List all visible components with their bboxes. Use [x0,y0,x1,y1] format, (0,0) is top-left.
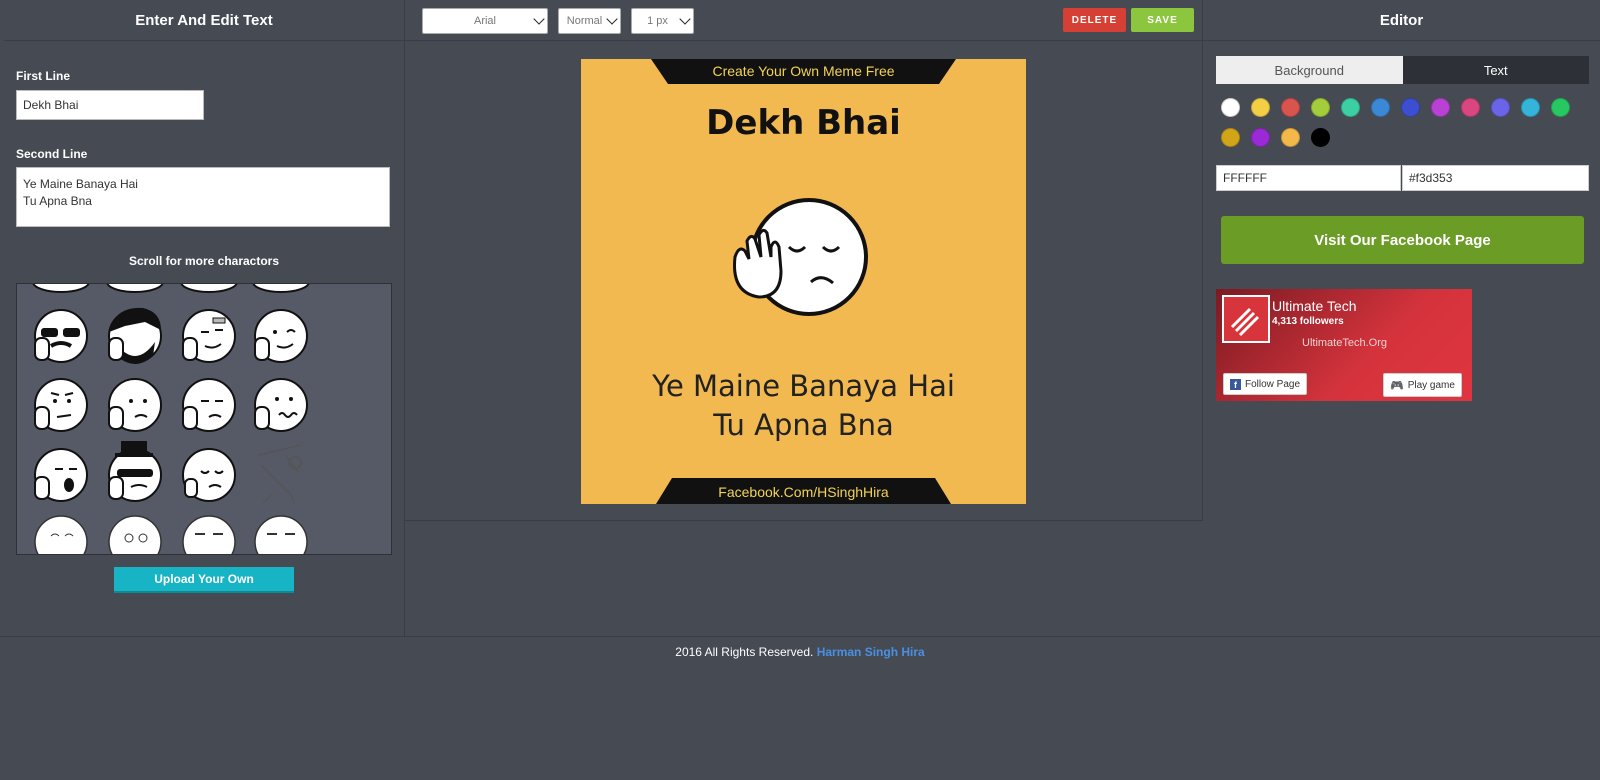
color-swatch[interactable] [1461,98,1480,117]
character-picker[interactable] [16,283,392,555]
facebook-icon: f [1230,378,1241,390]
footer: 2016 All Rights Reserved. Harman Singh H… [0,636,1600,780]
face-bandage [182,309,236,363]
face-rage-2 [108,515,162,554]
fb-follow-button[interactable]: f Follow Page [1223,373,1308,395]
second-line-textarea[interactable]: Ye Maine Banaya Hai Tu Apna Bna [16,167,390,227]
face-partial-2 [106,284,164,293]
fb-followers: 4,313 followers [1272,316,1344,327]
face-wink [254,309,308,363]
face-rage-4 [254,515,308,554]
tab-text[interactable]: Text [1402,56,1589,84]
fb-page-logo [1222,295,1270,343]
editor-tabs: Background Text [1216,56,1589,84]
face-annoyed [182,378,236,432]
stroke-size-value: 1 px [647,15,668,27]
upload-your-own-button[interactable]: Upload Your Own [114,567,294,593]
color-swatch[interactable] [1521,98,1540,117]
color-swatch[interactable] [1221,128,1240,147]
color-swatch[interactable] [1311,98,1330,117]
chevron-down-icon [533,13,545,25]
second-line-label: Second Line [16,147,88,161]
text-panel-title: Enter And Edit Text [4,0,404,41]
face-partial-1 [32,284,90,293]
face-confused [108,378,162,432]
face-hat-glasses [108,441,162,502]
first-line-label: First Line [16,69,71,83]
fb-play-game-button[interactable]: 🎮 Play game [1383,373,1462,397]
face-partial-3 [180,284,238,293]
face-squiggle [254,378,308,432]
meme-second-line: Ye Maine Banaya Hai Tu Apna Bna [652,369,955,442]
gamepad-icon: 🎮 [1390,379,1404,392]
text-panel: Enter And Edit Text First Line Dekh Bhai… [4,0,405,636]
face-sketch-chair [258,444,302,506]
font-family-value: Arial [473,15,496,27]
color-swatch[interactable] [1491,98,1510,117]
tab-background[interactable]: Background [1216,56,1403,84]
delete-button[interactable]: DELETE [1063,8,1126,32]
bottom-banner-text: Facebook.Com/HSinghHira [718,484,889,500]
scroll-characters-label: Scroll for more charactors [128,254,280,268]
color-swatch[interactable] [1371,98,1390,117]
hex-input-secondary[interactable]: #f3d353 [1402,165,1589,191]
meme-character-face [733,198,868,316]
fb-play-label: Play game [1407,379,1455,391]
face-calm [182,448,236,502]
color-swatch[interactable] [1221,98,1240,117]
editor-panel: Editor Background Text FFFFFF #f3d353 Vi… [1203,0,1600,636]
editor-title: Editor [1203,0,1600,41]
face-worried [34,378,88,432]
color-swatch[interactable] [1341,98,1360,117]
copyright-text: 2016 All Rights Reserved. [675,645,814,659]
top-banner-text: Create Your Own Meme Free [712,63,895,79]
hex-input-primary[interactable]: FFFFFF [1216,165,1401,191]
color-swatch[interactable] [1431,98,1450,117]
face-rage-3 [182,515,236,554]
face-partial-4 [252,284,310,293]
face-sikh [108,307,162,364]
font-weight-value: Normal [566,15,603,27]
color-swatch[interactable] [1401,98,1420,117]
ultimate-tech-logo-icon [1224,297,1268,341]
face-rage-1 [34,515,88,554]
fb-page-name[interactable]: Ultimate Tech [1272,298,1357,314]
footer-text: 2016 All Rights Reserved. Harman Singh H… [0,645,1600,659]
font-weight-select[interactable]: Normal [558,8,621,34]
color-swatch[interactable] [1551,98,1570,117]
color-swatch[interactable] [1281,128,1300,147]
toolbar: Arial Normal 1 px DELETE SAVE [404,0,1202,41]
color-swatch[interactable] [1281,98,1300,117]
face-sunglasses [34,309,88,363]
meme-canvas[interactable]: Create Your Own Meme Free Dekh Bhai Ye M… [581,59,1026,504]
color-swatch[interactable] [1251,128,1270,147]
character-faces [32,284,310,554]
face-yawn [34,448,88,502]
meme-first-line: Dekh Bhai [706,103,901,143]
stroke-size-select[interactable]: 1 px [631,8,694,34]
facebook-page-widget[interactable]: Ultimate Tech 4,313 followers UltimateTe… [1216,289,1472,401]
author-link[interactable]: Harman Singh Hira [817,645,925,659]
save-button[interactable]: SAVE [1131,8,1194,32]
chevron-down-icon [606,13,618,25]
first-line-input[interactable]: Dekh Bhai [16,90,204,120]
fb-url: UltimateTech.Org [1302,337,1387,349]
visit-facebook-button[interactable]: Visit Our Facebook Page [1221,216,1584,264]
fb-follow-label: Follow Page [1245,378,1301,390]
color-swatch[interactable] [1251,98,1270,117]
font-family-select[interactable]: Arial [422,8,548,34]
color-swatch[interactable] [1311,128,1330,147]
chevron-down-icon [679,13,691,25]
